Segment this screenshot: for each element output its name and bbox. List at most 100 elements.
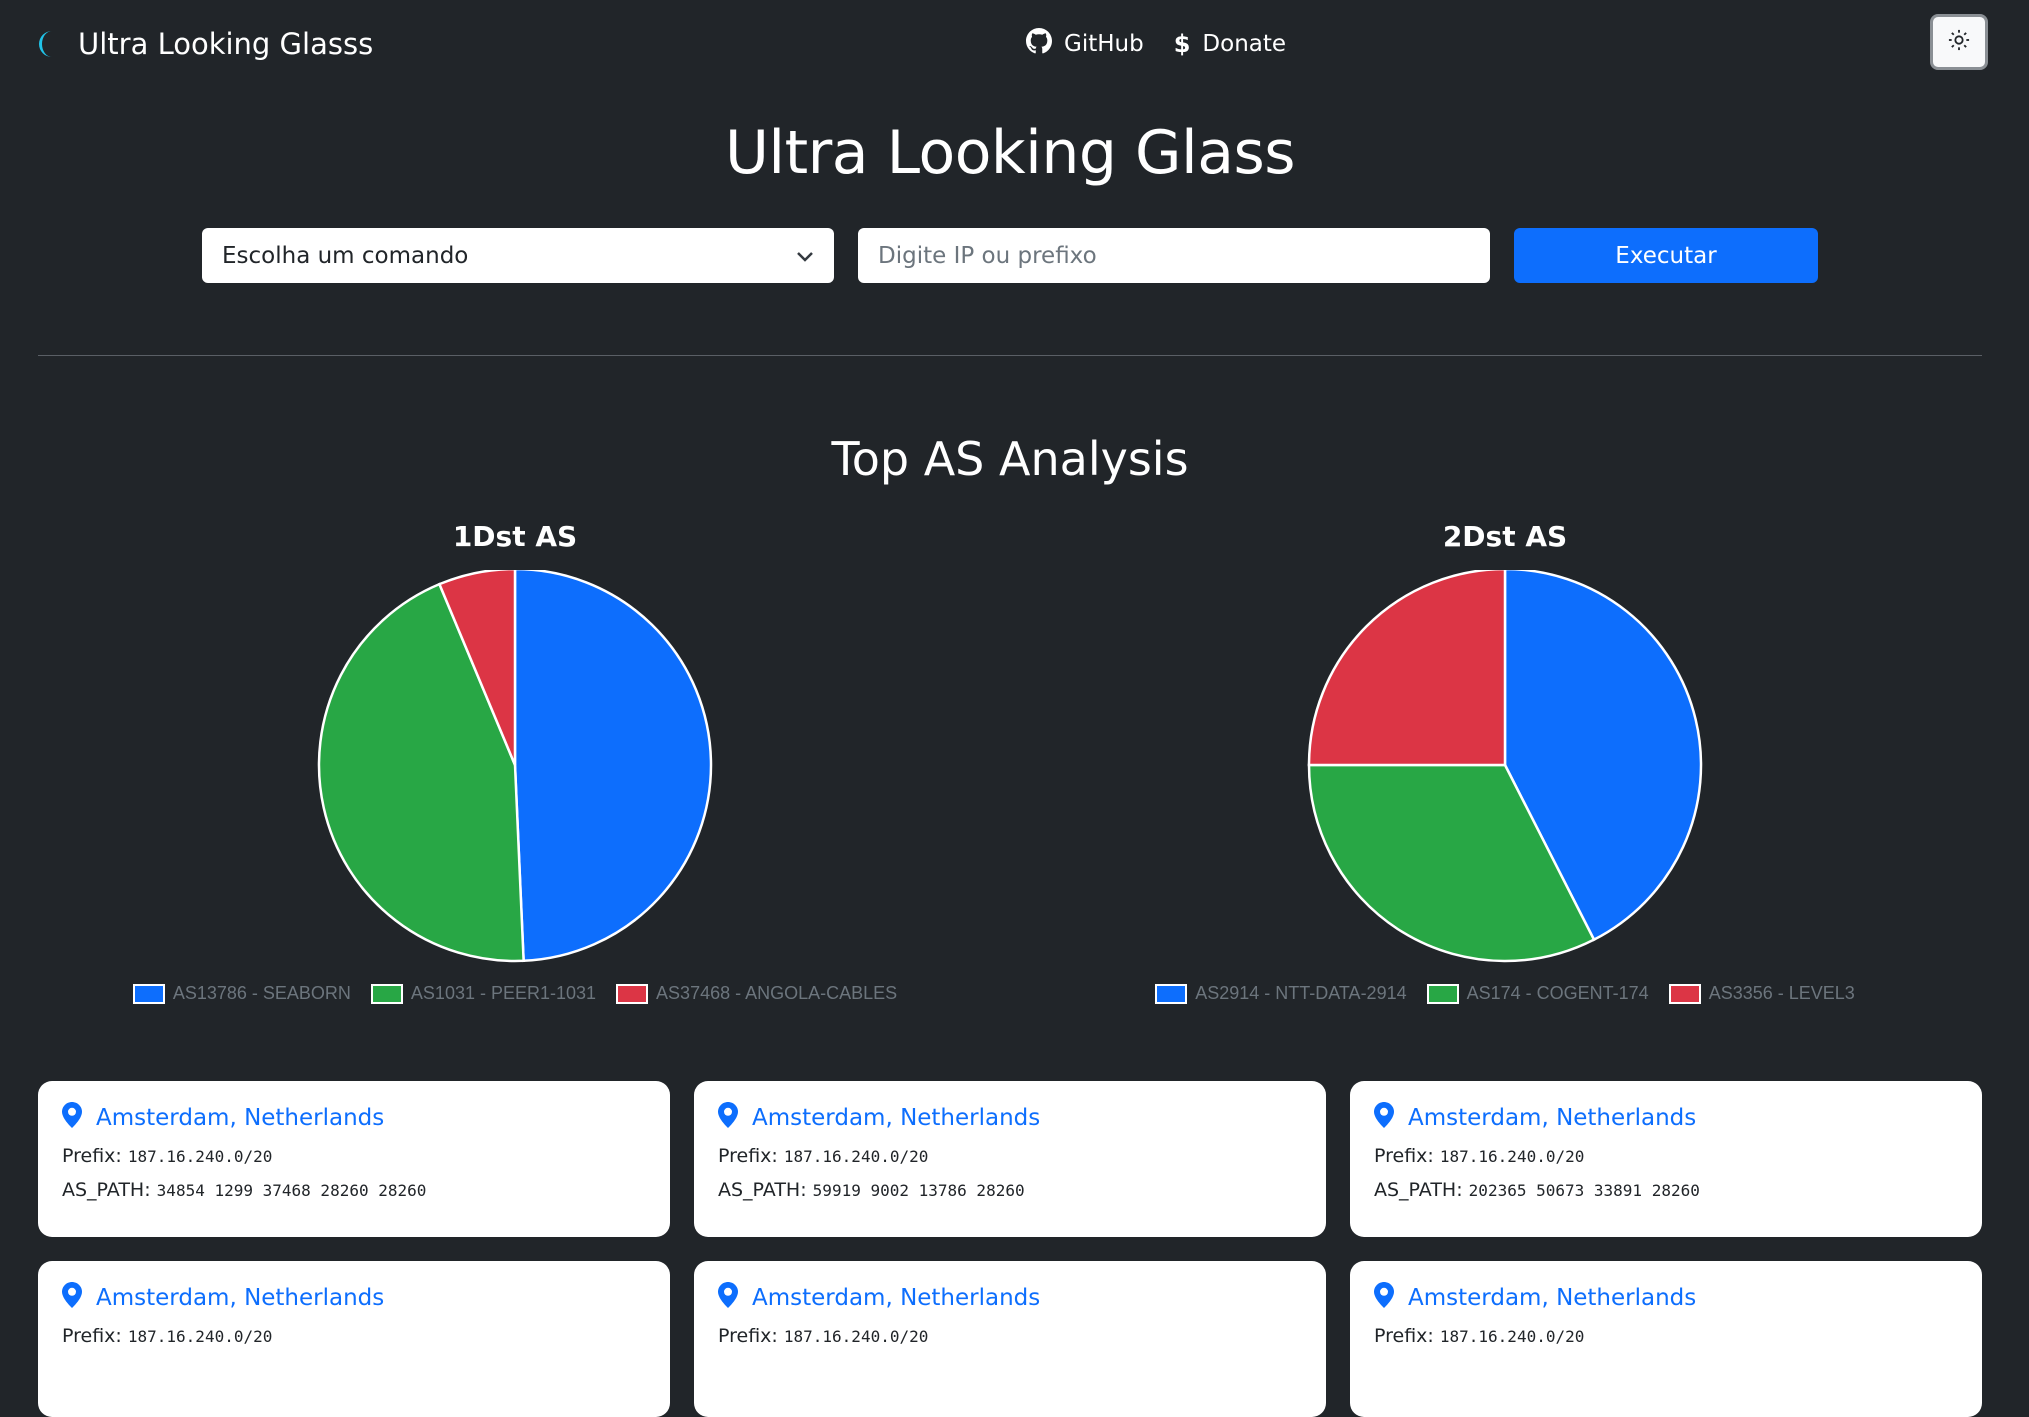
prefix-label: Prefix: [718, 1325, 778, 1347]
card-location[interactable]: Amsterdam, Netherlands [1374, 1282, 1958, 1314]
execute-button[interactable]: Executar [1514, 228, 1818, 283]
pie-chart-1dst-as: 1Dst AS AS13786 - SEABORN AS1031 - PEER1-… [65, 520, 965, 1020]
prefix-label: Prefix: [62, 1325, 122, 1347]
card-location[interactable]: Amsterdam, Netherlands [62, 1102, 646, 1133]
route-card: Amsterdam, Netherlands Prefix: 187.16.24… [38, 1081, 670, 1237]
sun-icon [1948, 29, 1970, 56]
map-pin-icon [718, 1282, 738, 1314]
as-path-label: AS_PATH: [1374, 1179, 1463, 1201]
route-card: Amsterdam, Netherlands Prefix: 187.16.24… [694, 1081, 1326, 1237]
legend-swatch [370, 983, 403, 1004]
prefix-value: 187.16.240.0/20 [127, 1147, 273, 1166]
prefix-label: Prefix: [62, 1145, 122, 1167]
chevron-down-icon [796, 243, 814, 269]
ip-prefix-input[interactable] [858, 228, 1490, 283]
prefix-value: 187.16.240.0/20 [1439, 1327, 1585, 1346]
card-as-path [1374, 1359, 1958, 1385]
legend-item[interactable]: AS174 - COGENT-174 [1426, 983, 1649, 1004]
brand[interactable]: Ultra Looking Glasss [36, 22, 373, 66]
card-as-path: AS_PATH: 202365 50673 33891 28260 [1374, 1179, 1958, 1205]
page-title: Ultra Looking Glass [725, 118, 1295, 188]
legend-label: AS2914 - NTT-DATA-2914 [1195, 983, 1407, 1003]
card-location-label: Amsterdam, Netherlands [96, 1285, 385, 1311]
card-prefix: Prefix: 187.16.240.0/20 [718, 1325, 1302, 1351]
card-location-label: Amsterdam, Netherlands [1408, 1105, 1697, 1131]
prefix-value: 187.16.240.0/20 [127, 1327, 273, 1346]
card-prefix: Prefix: 187.16.240.0/20 [718, 1145, 1302, 1171]
map-pin-icon [1374, 1102, 1394, 1134]
card-as-path: AS_PATH: 59919 9002 13786 28260 [718, 1179, 1302, 1205]
legend-item[interactable]: AS13786 - SEABORN [132, 983, 351, 1004]
legend-swatch [1155, 983, 1188, 1004]
card-location-label: Amsterdam, Netherlands [96, 1105, 385, 1131]
card-location[interactable]: Amsterdam, Netherlands [718, 1282, 1302, 1314]
card-prefix: Prefix: 187.16.240.0/20 [1374, 1325, 1958, 1351]
as-path-value: 202365 50673 33891 28260 [1468, 1181, 1700, 1200]
github-link-label: GitHub [1064, 31, 1144, 57]
map-pin-icon [718, 1102, 738, 1134]
route-card: Amsterdam, Netherlands Prefix: 187.16.24… [1350, 1081, 1982, 1237]
nav-link-donate[interactable]: $ Donate [1174, 30, 1286, 58]
card-location-label: Amsterdam, Netherlands [752, 1285, 1041, 1311]
card-as-path [718, 1359, 1302, 1385]
legend-swatch [132, 983, 165, 1004]
donate-link-label: Donate [1202, 31, 1287, 57]
pie-svg [1307, 570, 1703, 963]
pie-slice[interactable] [1307, 570, 1507, 767]
prefix-label: Prefix: [718, 1145, 778, 1167]
card-prefix: Prefix: 187.16.240.0/20 [62, 1325, 646, 1351]
route-card: Amsterdam, Netherlands Prefix: 187.16.24… [694, 1261, 1326, 1417]
legend-swatch [1668, 983, 1701, 1004]
prefix-label: Prefix: [1374, 1325, 1434, 1347]
card-location-label: Amsterdam, Netherlands [752, 1105, 1041, 1131]
dollar-icon: $ [1173, 30, 1191, 58]
card-location[interactable]: Amsterdam, Netherlands [718, 1102, 1302, 1134]
route-card: Amsterdam, Netherlands Prefix: 187.16.24… [1350, 1261, 1982, 1417]
section-title: Top AS Analysis [831, 432, 1189, 486]
legend-swatch [616, 983, 649, 1004]
prefix-label: Prefix: [1374, 1145, 1434, 1167]
legend-label: AS1031 - PEER1-1031 [410, 983, 597, 1003]
card-as-path [62, 1359, 646, 1385]
as-path-value: 59919 9002 13786 28260 [812, 1181, 1025, 1200]
legend-label: AS37468 - ANGOLA-CABLES [656, 983, 898, 1003]
query-controls: Escolha um comando Executar [202, 228, 1818, 283]
chart-title: 1Dst AS [452, 520, 578, 553]
card-location[interactable]: Amsterdam, Netherlands [1374, 1102, 1958, 1134]
card-prefix: Prefix: 187.16.240.0/20 [62, 1145, 646, 1171]
chart-legend: AS13786 - SEABORN AS1031 - PEER1-1031 AS37… [65, 983, 965, 1004]
as-path-label: AS_PATH: [718, 1179, 807, 1201]
card-location[interactable]: Amsterdam, Netherlands [62, 1282, 646, 1314]
legend-item[interactable]: AS37468 - ANGOLA-CABLES [616, 983, 897, 1004]
chart-legend: AS2914 - NTT-DATA-2914 AS174 - COGENT-174… [1055, 983, 1955, 1004]
card-location-label: Amsterdam, Netherlands [1408, 1285, 1697, 1311]
legend-item[interactable]: AS1031 - PEER1-1031 [370, 983, 597, 1004]
theme-toggle-button[interactable] [1930, 14, 1988, 70]
card-prefix: Prefix: 187.16.240.0/20 [1374, 1145, 1958, 1171]
github-icon [1026, 28, 1052, 60]
map-pin-icon [62, 1282, 82, 1314]
pie-slice[interactable] [513, 570, 713, 963]
pie-chart-2dst-as: 2Dst AS AS2914 - NTT-DATA-2914 AS174 - CO… [1055, 520, 1955, 1020]
as-path-label: AS_PATH: [62, 1179, 151, 1201]
map-pin-icon [1374, 1282, 1394, 1314]
legend-swatch [1426, 983, 1459, 1004]
nav-link-github[interactable]: GitHub [1026, 28, 1144, 60]
prefix-value: 187.16.240.0/20 [1439, 1147, 1585, 1166]
card-as-path: AS_PATH: 34854 1299 37468 28260 28260 [62, 1179, 646, 1205]
brand-name: Ultra Looking Glasss [78, 27, 374, 61]
brand-logo-icon [36, 28, 56, 60]
legend-item[interactable]: AS3356 - LEVEL3 [1668, 983, 1855, 1004]
pie-svg [317, 570, 713, 963]
divider [38, 355, 1982, 356]
chart-title: 2Dst AS [1442, 520, 1568, 553]
command-select[interactable]: Escolha um comando [202, 228, 834, 283]
legend-label: AS3356 - LEVEL3 [1708, 983, 1855, 1003]
legend-label: AS13786 - SEABORN [172, 983, 351, 1003]
legend-item[interactable]: AS2914 - NTT-DATA-2914 [1155, 983, 1407, 1004]
as-path-value: 34854 1299 37468 28260 28260 [156, 1181, 427, 1200]
nav-links: GitHub $ Donate [1026, 22, 1286, 66]
legend-label: AS174 - COGENT-174 [1466, 983, 1649, 1003]
command-select-value: Escolha um comando [222, 242, 469, 269]
route-card: Amsterdam, Netherlands Prefix: 187.16.24… [38, 1261, 670, 1417]
